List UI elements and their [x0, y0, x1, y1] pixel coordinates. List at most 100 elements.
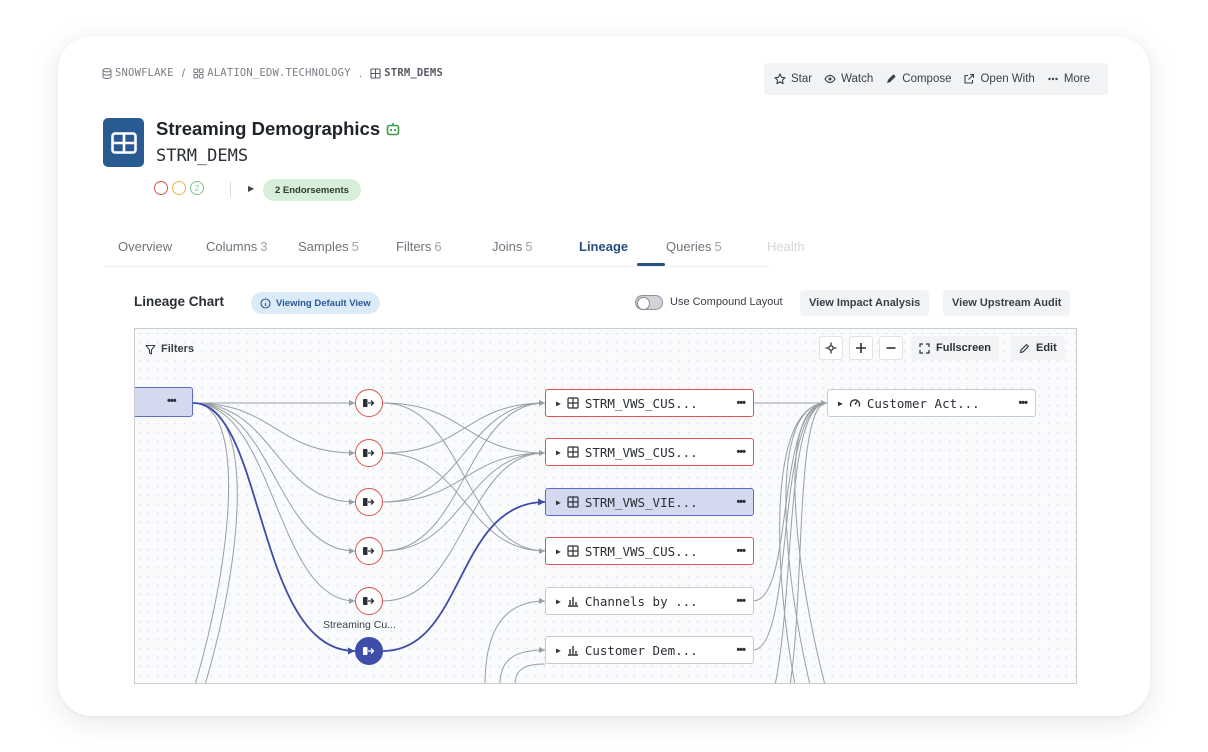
zoom-in-button[interactable] [849, 336, 873, 360]
deprecation-flag-indicator[interactable] [172, 181, 186, 195]
edge [484, 600, 546, 683]
tab-health[interactable]: Health [767, 239, 805, 254]
minus-icon [886, 347, 896, 349]
process-node[interactable] [355, 537, 383, 565]
process-icon [363, 399, 375, 407]
edge [382, 402, 546, 503]
node-menu-icon[interactable]: ••• [167, 395, 177, 407]
view-upstream-audit-button[interactable]: View Upstream Audit [943, 290, 1071, 316]
external-link-icon [964, 73, 975, 84]
info-icon [260, 297, 271, 309]
process-icon [363, 547, 375, 555]
table-icon [370, 67, 381, 79]
table-node[interactable]: ▶ STRM_VWS_CUS... ••• [545, 389, 754, 417]
compose-button[interactable]: Compose [885, 73, 951, 85]
node-menu-icon[interactable]: ••• [736, 644, 746, 656]
fullscreen-button[interactable]: Fullscreen [911, 336, 1000, 360]
tab-bar: Overview Columns 3 Samples 5 Filters 6 Join… [104, 236, 824, 266]
table-icon [567, 545, 579, 557]
warning-flag-indicator[interactable] [154, 181, 168, 195]
pencil-icon [1019, 343, 1029, 353]
node-menu-icon[interactable]: ••• [736, 446, 746, 458]
node-menu-icon[interactable]: ••• [736, 496, 746, 508]
selected-table-node[interactable]: ▶ STRM_VWS_VIE... ••• [545, 488, 754, 516]
breadcrumb-schema[interactable]: ALATION_EDW.TECHNOLOGY [193, 67, 351, 79]
caret-right-icon[interactable]: ▶ [838, 399, 843, 408]
tab-samples[interactable]: Samples 5 [298, 239, 359, 254]
caret-right-icon[interactable]: ▶ [556, 498, 561, 507]
tab-overview[interactable]: Overview [118, 239, 172, 254]
edge [514, 663, 546, 683]
table-type-tile [103, 118, 144, 167]
star-button[interactable]: Star [774, 73, 812, 85]
bot-icon[interactable] [386, 122, 400, 136]
edge [382, 402, 546, 454]
view-impact-analysis-button[interactable]: View Impact Analysis [800, 290, 930, 316]
node-menu-icon[interactable]: ••• [736, 545, 746, 557]
endorsements-badge[interactable]: 2 Endorsements [263, 179, 361, 201]
zoom-out-button[interactable] [879, 336, 903, 360]
lineage-canvas[interactable]: Filters Fullscreen Edit ••• Streaming Cu [134, 328, 1077, 684]
view-pill[interactable]: Viewing Default View [251, 292, 380, 314]
dashboard-node[interactable]: ▶ Customer Act... ••• [827, 389, 1036, 417]
edge [499, 649, 546, 683]
divider [230, 181, 231, 197]
page-subtitle: STRM_DEMS [156, 146, 249, 166]
tab-queries[interactable]: Queries 5 [666, 239, 722, 254]
process-node[interactable] [355, 488, 383, 516]
edge [789, 402, 828, 683]
caret-right-icon[interactable]: ▶ [556, 399, 561, 408]
table-icon [567, 446, 579, 458]
edge [779, 402, 828, 683]
caret-right-icon[interactable]: ▶ [556, 597, 561, 606]
process-icon [363, 449, 375, 457]
caret-right-icon[interactable]: ▶ [556, 646, 561, 655]
table-node[interactable]: ▶ STRM_VWS_CUS... ••• [545, 537, 754, 565]
chart-node[interactable]: ▶ Channels by ... ••• [545, 587, 754, 615]
selected-process-node[interactable] [355, 637, 383, 665]
filters-button[interactable]: Filters [145, 339, 194, 359]
gauge-icon [849, 399, 860, 407]
table-icon [110, 131, 137, 154]
process-icon [363, 498, 375, 506]
edge [192, 402, 356, 454]
source-node[interactable]: ••• [135, 387, 193, 417]
node-menu-icon[interactable]: ••• [736, 397, 746, 409]
process-node[interactable] [355, 587, 383, 615]
highlighted-edge [382, 501, 546, 652]
edge [785, 402, 828, 683]
table-node[interactable]: ▶ STRM_VWS_CUS... ••• [545, 438, 754, 466]
process-node[interactable] [355, 389, 383, 417]
caret-right-icon[interactable]: ▶ [556, 448, 561, 457]
breadcrumb-separator: / [181, 66, 186, 80]
watch-button[interactable]: Watch [824, 73, 873, 85]
caret-right-icon[interactable]: ▶ [556, 547, 561, 556]
tab-columns[interactable]: Columns 3 [206, 239, 268, 254]
breadcrumb-table[interactable]: STRM_DEMS [370, 67, 443, 79]
edge [382, 452, 546, 552]
bar-chart-icon [567, 597, 578, 607]
compound-layout-toggle[interactable] [635, 295, 663, 310]
edge [192, 402, 356, 503]
edge [192, 402, 356, 602]
edge [382, 452, 546, 552]
node-menu-icon[interactable]: ••• [736, 595, 746, 607]
process-node[interactable] [355, 439, 383, 467]
caret-right-icon[interactable]: ▶ [248, 184, 254, 193]
breadcrumb-source[interactable]: SNOWFLAKE [102, 67, 174, 79]
edge [192, 402, 230, 683]
breadcrumb: SNOWFLAKE / ALATION_EDW.TECHNOLOGY . STR… [102, 66, 443, 80]
recenter-button[interactable] [819, 336, 843, 360]
node-menu-icon[interactable]: ••• [1018, 397, 1028, 409]
tab-lineage[interactable]: Lineage [579, 239, 628, 254]
edge [794, 402, 828, 683]
open-with-button[interactable]: Open With [963, 73, 1035, 85]
schema-icon [193, 67, 204, 79]
endorsement-flag-indicator[interactable]: 2 [190, 181, 204, 195]
lineage-chart-title: Lineage Chart [134, 294, 225, 309]
chart-node[interactable]: ▶ Customer Dem... ••• [545, 636, 754, 664]
more-button[interactable]: More [1047, 73, 1090, 85]
tab-filters[interactable]: Filters 6 [396, 239, 442, 254]
edit-button[interactable]: Edit [1011, 336, 1065, 360]
tab-joins[interactable]: Joins 5 [492, 239, 533, 254]
